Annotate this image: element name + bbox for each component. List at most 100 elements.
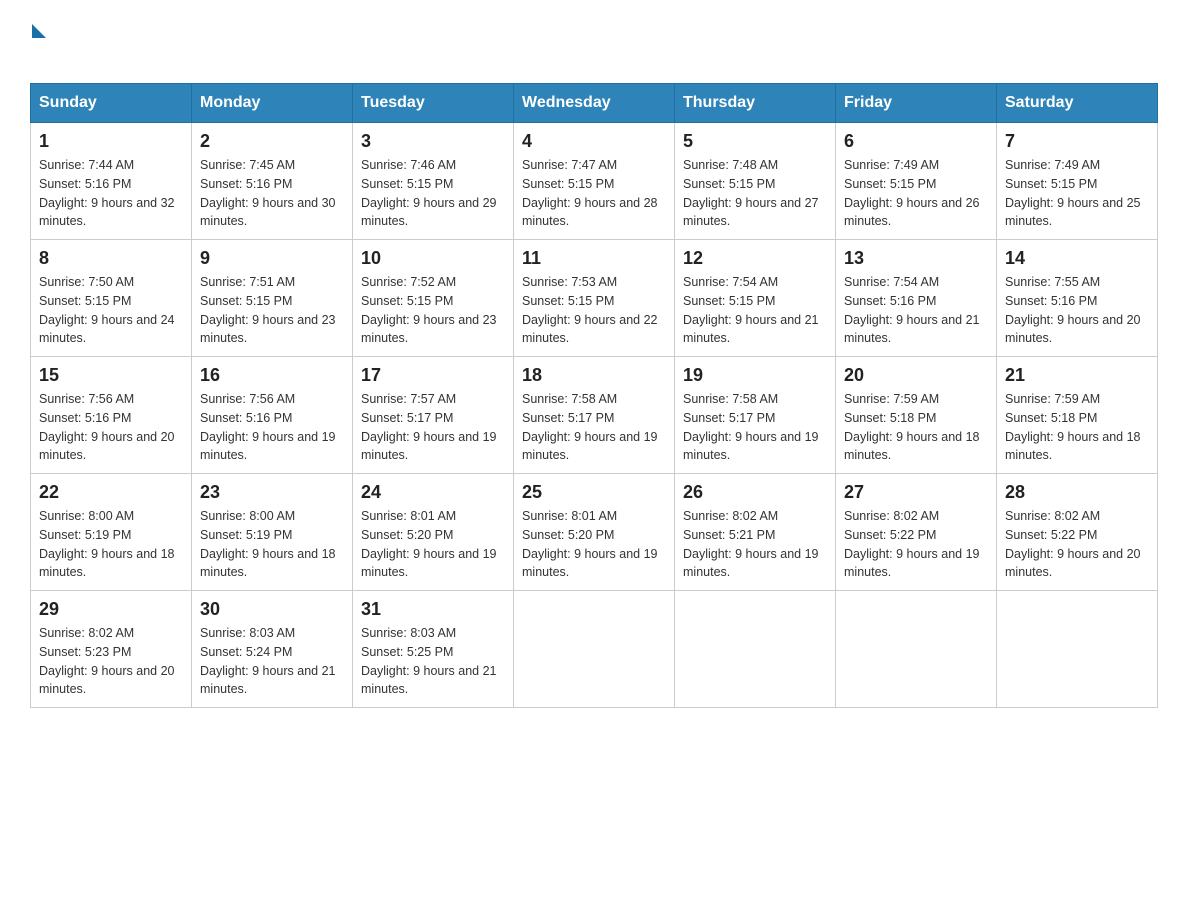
day-info: Sunrise: 7:49 AMSunset: 5:15 PMDaylight:…: [844, 156, 988, 231]
header-day-friday: Friday: [836, 84, 997, 123]
day-info: Sunrise: 7:50 AMSunset: 5:15 PMDaylight:…: [39, 273, 183, 348]
day-number: 9: [200, 248, 344, 269]
logo: General: [30, 20, 129, 65]
header-day-saturday: Saturday: [997, 84, 1158, 123]
header-day-monday: Monday: [192, 84, 353, 123]
calendar-cell: 11 Sunrise: 7:53 AMSunset: 5:15 PMDaylig…: [514, 240, 675, 357]
day-info: Sunrise: 8:02 AMSunset: 5:21 PMDaylight:…: [683, 507, 827, 582]
calendar-cell: 20 Sunrise: 7:59 AMSunset: 5:18 PMDaylig…: [836, 357, 997, 474]
calendar-header-row: SundayMondayTuesdayWednesdayThursdayFrid…: [31, 84, 1158, 123]
day-info: Sunrise: 7:44 AMSunset: 5:16 PMDaylight:…: [39, 156, 183, 231]
calendar-week-row: 22 Sunrise: 8:00 AMSunset: 5:19 PMDaylig…: [31, 474, 1158, 591]
calendar-table: SundayMondayTuesdayWednesdayThursdayFrid…: [30, 83, 1158, 708]
day-info: Sunrise: 8:03 AMSunset: 5:24 PMDaylight:…: [200, 624, 344, 699]
day-info: Sunrise: 7:48 AMSunset: 5:15 PMDaylight:…: [683, 156, 827, 231]
day-info: Sunrise: 7:59 AMSunset: 5:18 PMDaylight:…: [1005, 390, 1149, 465]
day-number: 23: [200, 482, 344, 503]
day-info: Sunrise: 7:58 AMSunset: 5:17 PMDaylight:…: [683, 390, 827, 465]
calendar-cell: 18 Sunrise: 7:58 AMSunset: 5:17 PMDaylig…: [514, 357, 675, 474]
calendar-cell: 4 Sunrise: 7:47 AMSunset: 5:15 PMDayligh…: [514, 123, 675, 240]
day-number: 13: [844, 248, 988, 269]
calendar-cell: 2 Sunrise: 7:45 AMSunset: 5:16 PMDayligh…: [192, 123, 353, 240]
day-info: Sunrise: 8:00 AMSunset: 5:19 PMDaylight:…: [39, 507, 183, 582]
calendar-cell: [836, 591, 997, 708]
day-info: Sunrise: 7:55 AMSunset: 5:16 PMDaylight:…: [1005, 273, 1149, 348]
calendar-cell: 23 Sunrise: 8:00 AMSunset: 5:19 PMDaylig…: [192, 474, 353, 591]
day-info: Sunrise: 7:56 AMSunset: 5:16 PMDaylight:…: [200, 390, 344, 465]
day-info: Sunrise: 7:53 AMSunset: 5:15 PMDaylight:…: [522, 273, 666, 348]
calendar-cell: 15 Sunrise: 7:56 AMSunset: 5:16 PMDaylig…: [31, 357, 192, 474]
header-day-tuesday: Tuesday: [353, 84, 514, 123]
day-number: 8: [39, 248, 183, 269]
day-info: Sunrise: 8:02 AMSunset: 5:22 PMDaylight:…: [1005, 507, 1149, 582]
day-number: 12: [683, 248, 827, 269]
day-number: 6: [844, 131, 988, 152]
day-number: 14: [1005, 248, 1149, 269]
header-day-thursday: Thursday: [675, 84, 836, 123]
day-number: 28: [1005, 482, 1149, 503]
day-number: 26: [683, 482, 827, 503]
calendar-cell: 10 Sunrise: 7:52 AMSunset: 5:15 PMDaylig…: [353, 240, 514, 357]
calendar-week-row: 29 Sunrise: 8:02 AMSunset: 5:23 PMDaylig…: [31, 591, 1158, 708]
calendar-cell: [514, 591, 675, 708]
day-number: 19: [683, 365, 827, 386]
calendar-week-row: 8 Sunrise: 7:50 AMSunset: 5:15 PMDayligh…: [31, 240, 1158, 357]
calendar-cell: 6 Sunrise: 7:49 AMSunset: 5:15 PMDayligh…: [836, 123, 997, 240]
header-day-sunday: Sunday: [31, 84, 192, 123]
day-info: Sunrise: 7:49 AMSunset: 5:15 PMDaylight:…: [1005, 156, 1149, 231]
calendar-cell: 19 Sunrise: 7:58 AMSunset: 5:17 PMDaylig…: [675, 357, 836, 474]
day-number: 31: [361, 599, 505, 620]
calendar-cell: 30 Sunrise: 8:03 AMSunset: 5:24 PMDaylig…: [192, 591, 353, 708]
day-info: Sunrise: 8:02 AMSunset: 5:22 PMDaylight:…: [844, 507, 988, 582]
calendar-cell: 7 Sunrise: 7:49 AMSunset: 5:15 PMDayligh…: [997, 123, 1158, 240]
calendar-week-row: 1 Sunrise: 7:44 AMSunset: 5:16 PMDayligh…: [31, 123, 1158, 240]
calendar-cell: 25 Sunrise: 8:01 AMSunset: 5:20 PMDaylig…: [514, 474, 675, 591]
day-number: 5: [683, 131, 827, 152]
calendar-cell: [997, 591, 1158, 708]
calendar-week-row: 15 Sunrise: 7:56 AMSunset: 5:16 PMDaylig…: [31, 357, 1158, 474]
page-header: General: [30, 20, 1158, 65]
calendar-cell: 16 Sunrise: 7:56 AMSunset: 5:16 PMDaylig…: [192, 357, 353, 474]
day-number: 11: [522, 248, 666, 269]
calendar-cell: 5 Sunrise: 7:48 AMSunset: 5:15 PMDayligh…: [675, 123, 836, 240]
day-info: Sunrise: 7:46 AMSunset: 5:15 PMDaylight:…: [361, 156, 505, 231]
day-info: Sunrise: 7:57 AMSunset: 5:17 PMDaylight:…: [361, 390, 505, 465]
day-number: 18: [522, 365, 666, 386]
day-info: Sunrise: 8:01 AMSunset: 5:20 PMDaylight:…: [522, 507, 666, 582]
calendar-cell: [675, 591, 836, 708]
calendar-cell: 29 Sunrise: 8:02 AMSunset: 5:23 PMDaylig…: [31, 591, 192, 708]
day-info: Sunrise: 8:02 AMSunset: 5:23 PMDaylight:…: [39, 624, 183, 699]
day-info: Sunrise: 7:54 AMSunset: 5:15 PMDaylight:…: [683, 273, 827, 348]
day-info: Sunrise: 7:58 AMSunset: 5:17 PMDaylight:…: [522, 390, 666, 465]
calendar-cell: 9 Sunrise: 7:51 AMSunset: 5:15 PMDayligh…: [192, 240, 353, 357]
calendar-cell: 13 Sunrise: 7:54 AMSunset: 5:16 PMDaylig…: [836, 240, 997, 357]
day-number: 30: [200, 599, 344, 620]
calendar-cell: 17 Sunrise: 7:57 AMSunset: 5:17 PMDaylig…: [353, 357, 514, 474]
calendar-cell: 14 Sunrise: 7:55 AMSunset: 5:16 PMDaylig…: [997, 240, 1158, 357]
calendar-cell: 24 Sunrise: 8:01 AMSunset: 5:20 PMDaylig…: [353, 474, 514, 591]
day-number: 25: [522, 482, 666, 503]
day-number: 10: [361, 248, 505, 269]
day-info: Sunrise: 8:00 AMSunset: 5:19 PMDaylight:…: [200, 507, 344, 582]
day-number: 20: [844, 365, 988, 386]
day-info: Sunrise: 7:56 AMSunset: 5:16 PMDaylight:…: [39, 390, 183, 465]
calendar-cell: 12 Sunrise: 7:54 AMSunset: 5:15 PMDaylig…: [675, 240, 836, 357]
calendar-cell: 21 Sunrise: 7:59 AMSunset: 5:18 PMDaylig…: [997, 357, 1158, 474]
calendar-cell: 27 Sunrise: 8:02 AMSunset: 5:22 PMDaylig…: [836, 474, 997, 591]
day-info: Sunrise: 7:52 AMSunset: 5:15 PMDaylight:…: [361, 273, 505, 348]
day-info: Sunrise: 7:47 AMSunset: 5:15 PMDaylight:…: [522, 156, 666, 231]
day-number: 4: [522, 131, 666, 152]
day-number: 16: [200, 365, 344, 386]
day-number: 29: [39, 599, 183, 620]
day-info: Sunrise: 7:45 AMSunset: 5:16 PMDaylight:…: [200, 156, 344, 231]
day-number: 21: [1005, 365, 1149, 386]
calendar-cell: 31 Sunrise: 8:03 AMSunset: 5:25 PMDaylig…: [353, 591, 514, 708]
day-info: Sunrise: 8:01 AMSunset: 5:20 PMDaylight:…: [361, 507, 505, 582]
calendar-cell: 3 Sunrise: 7:46 AMSunset: 5:15 PMDayligh…: [353, 123, 514, 240]
day-number: 3: [361, 131, 505, 152]
day-number: 17: [361, 365, 505, 386]
day-number: 15: [39, 365, 183, 386]
calendar-cell: 28 Sunrise: 8:02 AMSunset: 5:22 PMDaylig…: [997, 474, 1158, 591]
day-number: 22: [39, 482, 183, 503]
header-day-wednesday: Wednesday: [514, 84, 675, 123]
